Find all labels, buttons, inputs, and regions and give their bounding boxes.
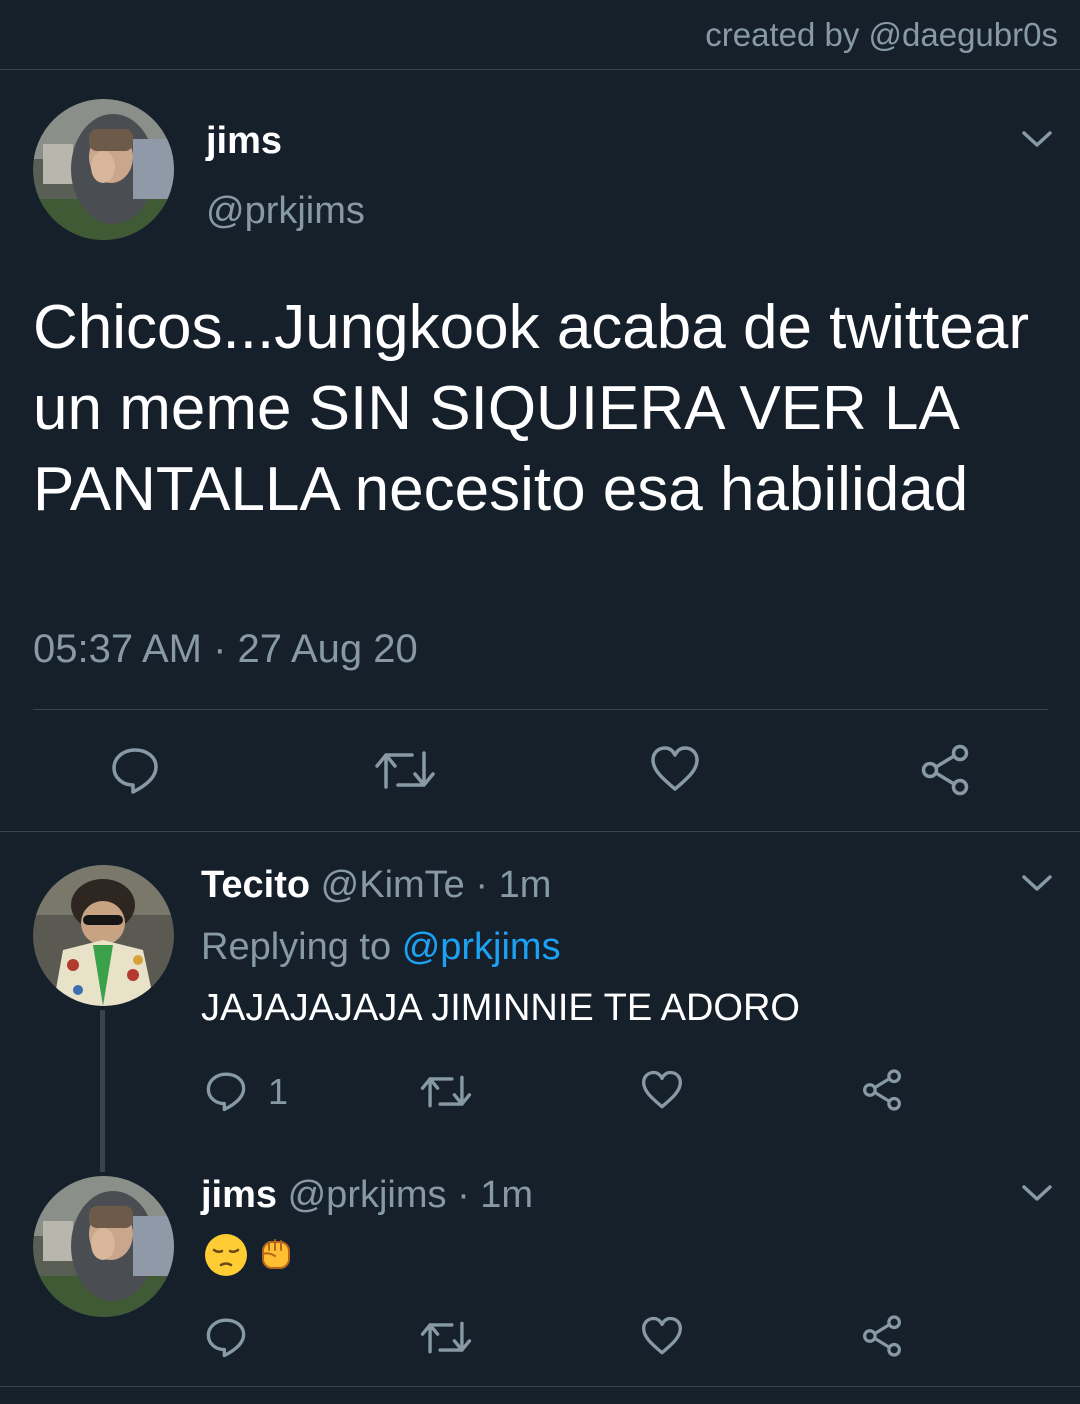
retweet-icon[interactable] (420, 1318, 472, 1357)
like-icon[interactable] (650, 745, 700, 793)
replying-to: Replying to @prkjims (201, 926, 561, 969)
thread-line (100, 1010, 105, 1172)
raised-fist-emoji (262, 1239, 290, 1269)
reply-icon[interactable] (205, 1316, 247, 1358)
like-icon[interactable] (641, 1070, 683, 1110)
chevron-down-icon[interactable] (1020, 872, 1054, 894)
reply-emojis (203, 1232, 297, 1278)
section-divider (0, 831, 1080, 832)
avatar[interactable] (33, 1176, 174, 1317)
retweet-icon[interactable] (374, 747, 436, 793)
reply-time: · 1m (475, 864, 552, 906)
tweet-thread-screen: created by @daegubr0s jims @prkjims Chic… (0, 0, 1080, 1404)
pensive-face-emoji (205, 1234, 247, 1276)
tweet-divider (33, 709, 1048, 710)
reply-time: · 1m (457, 1174, 534, 1216)
bottom-divider (0, 1386, 1080, 1387)
reply-count: 1 (268, 1071, 289, 1112)
share-icon[interactable] (861, 1069, 903, 1111)
chevron-down-icon[interactable] (1020, 128, 1054, 150)
retweet-icon[interactable] (420, 1072, 472, 1111)
reply-author-name[interactable]: Tecito (201, 864, 310, 906)
reply-header: Tecito @KimTe · 1m (201, 864, 551, 907)
replying-to-label: Replying to (201, 926, 392, 968)
reply-author-handle[interactable]: @KimTe (321, 864, 465, 906)
reply-author-name[interactable]: jims (201, 1174, 277, 1216)
share-icon[interactable] (919, 744, 971, 796)
like-icon[interactable] (641, 1316, 683, 1356)
tweet-timestamp[interactable]: 05:37 AM · 27 Aug 20 (33, 627, 418, 672)
replying-to-link[interactable]: @prkjims (402, 926, 561, 968)
reply-icon[interactable] (110, 745, 160, 795)
reply-header: jims @prkjims · 1m (201, 1174, 533, 1217)
chevron-down-icon[interactable] (1020, 1182, 1054, 1204)
avatar[interactable] (33, 99, 174, 240)
share-icon[interactable] (861, 1315, 903, 1357)
author-name[interactable]: jims (206, 120, 282, 163)
tweet-text: Chicos...Jungkook acaba de twittear un m… (33, 293, 1029, 524)
reply-author-handle[interactable]: @prkjims (288, 1174, 447, 1216)
author-handle[interactable]: @prkjims (206, 190, 365, 233)
avatar[interactable] (33, 865, 174, 1006)
reply-icon[interactable] (205, 1070, 247, 1112)
reply-text: JAJAJAJAJA JIMINNIE TE ADORO (201, 987, 800, 1029)
header-divider (0, 69, 1080, 70)
credit-watermark: created by @daegubr0s (705, 16, 1058, 53)
